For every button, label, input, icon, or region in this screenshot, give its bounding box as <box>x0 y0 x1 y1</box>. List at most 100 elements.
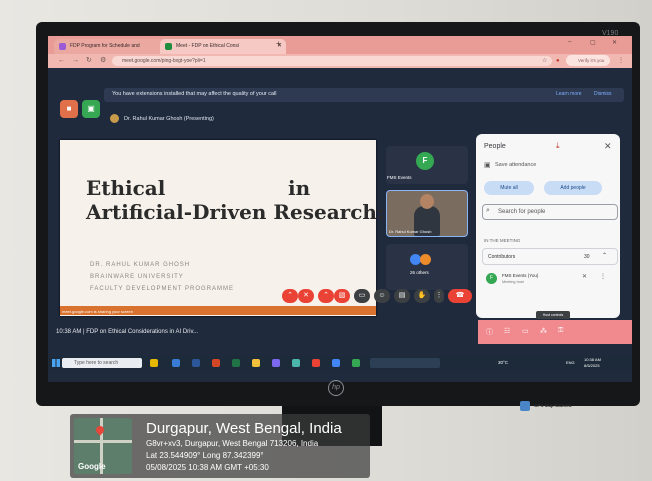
forward-icon[interactable]: → <box>72 56 79 66</box>
gps-camera-icon <box>520 401 530 411</box>
new-tab-icon[interactable]: + <box>276 39 281 48</box>
teams-icon[interactable] <box>272 359 280 367</box>
search-icon: ⌕ <box>486 207 490 214</box>
close-window-icon[interactable]: ✕ <box>612 39 617 46</box>
people-title: People <box>484 143 506 150</box>
slide-title-word: Ethical <box>86 176 166 200</box>
word-icon[interactable] <box>192 359 200 367</box>
emoji-icon[interactable]: ☺ <box>374 289 390 303</box>
url-input[interactable]: meet.google.com/ping-bxgt-yoe?pli=1 <box>112 56 552 66</box>
member-avatar: F <box>486 273 497 284</box>
host-controls-icon[interactable]: ⚿ <box>558 327 563 335</box>
camera-off-icon[interactable]: ▧ <box>334 289 350 303</box>
host-controls-bar <box>478 320 632 344</box>
chrome-profile-icon[interactable] <box>332 359 340 367</box>
lang-label: ENG <box>566 360 575 365</box>
google-map-brand: Google <box>78 462 106 471</box>
save-attendance-label[interactable]: Save attendance <box>495 162 536 168</box>
others-tile[interactable] <box>386 244 468 290</box>
browser-tab[interactable]: FDP Program for Schedule and ✕ <box>54 39 174 54</box>
more-icon[interactable]: ⋮ <box>434 289 444 303</box>
member-name: FMS Events (You) <box>502 273 539 278</box>
download-icon[interactable]: ⤓ <box>556 141 560 151</box>
presenter-avatar <box>110 114 119 123</box>
gps-address: G8vr+xv3, Durgapur, West Bengal 713206, … <box>146 439 319 448</box>
mute-all-button[interactable]: Mute all <box>484 181 534 195</box>
in-meeting-heading: IN THE MEETING <box>484 238 521 243</box>
leave-call-icon[interactable]: ☎ <box>448 289 472 303</box>
extension-icon[interactable]: ● <box>556 56 560 66</box>
add-people-button[interactable]: Add people <box>544 181 602 195</box>
map-road <box>74 440 132 443</box>
extension-notice-text: You have extensions installed that may a… <box>112 91 277 97</box>
people-icon[interactable]: ☷ <box>504 327 510 335</box>
mic-off-icon[interactable]: ✕ <box>298 289 314 303</box>
search-placeholder: Search for people <box>498 209 546 215</box>
layout-icon[interactable]: ▣ <box>82 100 100 118</box>
chrome-icon[interactable] <box>312 359 320 367</box>
presenter-label: Dr. Rahul Kumar Ghosh (Presenting) <box>124 116 214 122</box>
browser-tab-active[interactable]: Meet - FDP on Ethical Consi ✕ <box>160 39 286 54</box>
slide-university: BRAINWARE UNIVERSITY <box>90 274 184 280</box>
back-icon[interactable]: ← <box>58 56 65 66</box>
app-icon[interactable] <box>292 359 300 367</box>
tab-label: Meet - FDP on Ethical Consi <box>176 43 239 49</box>
mic-options-icon[interactable]: ⌃ <box>282 289 298 303</box>
fms-tile-name: FMS Events <box>387 175 412 180</box>
others-count: 26 others <box>410 270 429 275</box>
cam-options-icon[interactable]: ⌃ <box>318 289 334 303</box>
chevron-up-icon[interactable]: ⌃ <box>602 252 607 259</box>
taskbar-search-input[interactable]: Type here to search <box>62 358 142 368</box>
slide-author: DR. RAHUL KUMAR GHOSH <box>90 262 191 268</box>
tab-favicon-icon <box>59 43 66 50</box>
edge-icon[interactable] <box>172 359 180 367</box>
maximize-icon[interactable]: ▢ <box>590 39 596 46</box>
profile-button[interactable]: Verify it's you <box>566 55 610 66</box>
site-info-icon[interactable]: ⚙ <box>100 56 106 66</box>
meet-taskbar-item[interactable] <box>370 358 440 368</box>
camera-face <box>420 194 434 209</box>
present-icon[interactable]: ▤ <box>394 289 410 303</box>
attendance-icon: ▣ <box>484 162 491 169</box>
host-controls-tooltip: Host controls <box>536 311 570 319</box>
gps-datetime: 05/08/2025 10:38 AM GMT +05:30 <box>146 463 269 472</box>
mic-off-icon[interactable]: ✕ <box>582 273 587 280</box>
screen-share-footer: meet.google.com is sharing your screen <box>62 309 133 314</box>
gps-camera-label: GPS Map Camera <box>534 403 572 408</box>
browser-tab-strip: FDP Program for Schedule and ✕ Meet - FD… <box>48 36 632 54</box>
reload-icon[interactable]: ↻ <box>86 56 92 66</box>
menu-kebab-icon[interactable]: ⋮ <box>618 56 624 66</box>
dismiss-link[interactable]: Dismiss <box>594 91 612 97</box>
minimize-icon[interactable]: – <box>568 39 571 45</box>
contributors-label: Contributors <box>488 254 516 260</box>
app-icon[interactable] <box>352 359 360 367</box>
powerpoint-icon[interactable] <box>212 359 220 367</box>
bookmark-star-icon[interactable]: ☆ <box>542 56 547 66</box>
meet-favicon-icon <box>165 43 172 50</box>
gps-coords: Lat 23.544909° Long 87.342399° <box>146 451 264 460</box>
contributors-count: 30 <box>584 254 590 260</box>
others-avatar <box>420 254 431 265</box>
chat-icon[interactable]: ▭ <box>522 327 529 335</box>
camera-tile-name: Dr. Rahul Kumar Ghosh <box>389 229 432 234</box>
captions-icon[interactable]: ■ <box>60 100 78 118</box>
member-role: Meeting host <box>502 280 524 284</box>
captions-button-icon[interactable]: ▭ <box>354 289 370 303</box>
slide-programme: FACULTY DEVELOPMENT PROGRAMME <box>90 286 235 292</box>
activities-icon[interactable]: ⁂ <box>540 327 547 335</box>
task-view-icon[interactable] <box>150 359 158 367</box>
taskbar-date: 8/5/2025 <box>584 363 600 368</box>
explorer-icon[interactable] <box>252 359 260 367</box>
learn-more-link[interactable]: Learn more <box>556 91 582 97</box>
gps-city: Durgapur, West Bengal, India <box>146 420 342 437</box>
close-panel-icon[interactable]: ✕ <box>604 141 612 152</box>
taskbar-time: 10:38 AM <box>584 357 601 362</box>
more-options-icon[interactable]: ⋮ <box>600 273 606 280</box>
slide-title-line2: Artificial-Driven Research: <box>86 200 385 224</box>
excel-icon[interactable] <box>232 359 240 367</box>
info-icon[interactable]: ⓘ <box>486 327 493 337</box>
hp-logo: hp <box>328 380 344 396</box>
windows-start-icon[interactable] <box>52 359 60 367</box>
slide-title-in: in <box>288 176 311 200</box>
raise-hand-icon[interactable]: ✋ <box>414 289 430 303</box>
